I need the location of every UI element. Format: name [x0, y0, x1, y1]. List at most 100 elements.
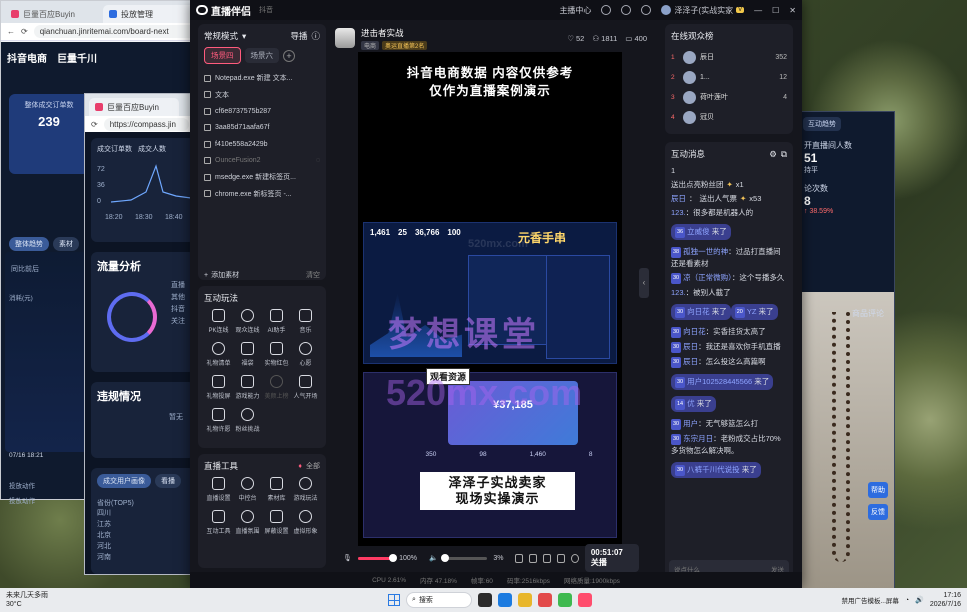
rank-item[interactable]: 1 辰日 352	[671, 47, 787, 67]
chat-message[interactable]: 30 辰日：怎么投这么高篇啊	[671, 356, 787, 368]
douyin-icon[interactable]	[578, 593, 592, 607]
persona-tab[interactable]: 看播	[155, 474, 181, 488]
chat-message[interactable]: 38 孤独一世的神：过品打直播间还是看素材	[671, 246, 787, 269]
user-profile[interactable]: 泽泽子(实战实家 V	[661, 5, 745, 16]
help-button[interactable]: 帮助	[868, 482, 888, 498]
chat-username[interactable]: 立威俊	[687, 227, 710, 236]
home-icon[interactable]	[601, 5, 612, 15]
tool-item[interactable]: 礼物投屏	[204, 375, 233, 400]
chat-username[interactable]: 八裤千川代说投	[687, 465, 740, 474]
tool-item[interactable]: 音乐	[291, 309, 320, 334]
browser-tab[interactable]: 投放管理	[103, 5, 199, 23]
chat-message[interactable]: 1	[671, 165, 787, 176]
basic-tool-item[interactable]: 虚拟形象	[291, 510, 320, 535]
chat-message[interactable]: 123.：被别人截了	[671, 287, 787, 298]
basic-tool-item[interactable]: 屏蔽设置	[262, 510, 291, 535]
taskbar-clock[interactable]: 17:16 2026/7/16	[930, 591, 961, 609]
tool-item[interactable]: 礼物许愿	[204, 408, 233, 433]
source-item[interactable]: cf6e8737575b287	[204, 103, 320, 120]
chip-buyers[interactable]: 成交人数	[138, 144, 166, 154]
popout-icon[interactable]: ⧉	[781, 149, 787, 160]
source-item[interactable]: 文本	[204, 87, 320, 104]
edge-icon[interactable]	[498, 593, 512, 607]
wifi-icon[interactable]: ◔	[905, 597, 909, 604]
refresh-icon[interactable]: ⟳	[91, 120, 98, 129]
settings-icon[interactable]	[641, 5, 652, 15]
tool-item[interactable]: 粉丝挑战	[233, 408, 262, 433]
close-icon[interactable]: ✕	[789, 6, 796, 15]
rank-item[interactable]: 3 荷叶莲叶 4	[671, 87, 787, 107]
tool-item[interactable]: 人气开场	[291, 375, 320, 400]
rank-item[interactable]: 2 1... 12	[671, 67, 787, 87]
chat-username[interactable]: 孤独一世的神	[683, 247, 728, 256]
weather-widget[interactable]: 未来几天多雨 30°C	[6, 591, 48, 609]
mic-icon[interactable]: 🎙	[343, 554, 352, 562]
camera-icon[interactable]	[543, 553, 552, 563]
add-scene-icon[interactable]: +	[283, 49, 295, 62]
maximize-icon[interactable]: ☐	[772, 6, 779, 15]
chat-username[interactable]: 辰日	[671, 193, 686, 204]
chat-message[interactable]: 30 用户：无气够篮怎么打	[671, 418, 787, 430]
scene-tab-6[interactable]: 场景六	[244, 48, 279, 63]
chat-username[interactable]: YZ	[747, 307, 757, 316]
basic-tool-item[interactable]: 中控台	[233, 477, 262, 502]
chevron-down-icon[interactable]: ▾	[242, 31, 246, 42]
record-icon[interactable]	[529, 553, 538, 563]
help-icon[interactable]: ⓘ	[311, 30, 320, 42]
taskview-icon[interactable]	[478, 593, 492, 607]
chip-orders[interactable]: 成交订单数	[97, 144, 132, 154]
chat-username[interactable]: 123.	[671, 288, 686, 297]
chat-username[interactable]: 凉（正常微购）	[683, 273, 732, 282]
refresh-icon[interactable]: ⟳	[21, 27, 28, 36]
windows-start-icon[interactable]	[388, 594, 400, 606]
basic-tool-item[interactable]: 直播设置	[204, 477, 233, 502]
chat-message[interactable]: 30 向日花：实香挂货太高了	[671, 326, 787, 338]
chat-username[interactable]: 向日花	[687, 307, 710, 316]
chat-username[interactable]: 辰日	[683, 357, 698, 366]
browser-tab[interactable]: 巨量百应Buyin	[89, 98, 179, 116]
chat-message[interactable]: 123.：很多都是机器人的	[671, 207, 787, 218]
share-icon[interactable]	[557, 553, 565, 563]
source-item[interactable]: f410e558a2429b	[204, 136, 320, 153]
source-item[interactable]: Notepad.exe 新建 文本...	[204, 70, 320, 87]
director-toggle[interactable]: 导播	[290, 30, 307, 42]
slider-knob[interactable]	[441, 553, 450, 562]
feedback-button[interactable]: 反馈	[868, 504, 888, 520]
streamer-avatar[interactable]	[335, 28, 355, 48]
chat-message[interactable]: 30 凉（正常微购）：这个号播多久	[671, 272, 787, 284]
chat-username[interactable]: 用户102528445566	[687, 377, 752, 386]
chat-message[interactable]: 30 向日花 来了	[671, 304, 731, 320]
mode-selector[interactable]: 常规模式	[204, 30, 238, 42]
clear-sources-button[interactable]: 清空	[306, 270, 320, 280]
screenshot-icon[interactable]	[515, 553, 524, 563]
chat-username[interactable]: 东宗月日	[683, 434, 713, 443]
chat-message[interactable]: 36 立威俊 来了	[671, 224, 731, 240]
chat-settings-icon[interactable]: ⚙	[769, 149, 777, 160]
tool-item[interactable]: 心愿	[291, 342, 320, 367]
pill-material[interactable]: 素材	[53, 237, 79, 251]
plus-icon[interactable]: +	[204, 272, 208, 279]
tab-interaction-trend[interactable]: 互动趋势	[803, 117, 841, 131]
mic-volume-slider[interactable]	[357, 553, 398, 562]
basic-tool-item[interactable]: 游戏玩法	[291, 477, 320, 502]
url-field[interactable]: https://compass.jin	[103, 118, 189, 131]
basic-tool-item[interactable]: 互动工具	[204, 510, 233, 535]
tool-item[interactable]: 观众连线	[233, 309, 262, 334]
tool-item[interactable]: 礼物清单	[204, 342, 233, 367]
all-tools-link[interactable]: 全部	[306, 461, 320, 471]
source-item[interactable]: OunceFusion2 ◌	[204, 153, 320, 170]
source-item[interactable]: 3aa85d71aafa67f	[204, 120, 320, 137]
persona-tab[interactable]: 成交用户画像	[97, 474, 151, 488]
chat-username[interactable]: 辰日	[683, 342, 698, 351]
browser-tab[interactable]: 巨量百应Buyin	[5, 5, 101, 23]
chat-message[interactable]: 20 YZ 来了	[730, 304, 778, 320]
chat-message[interactable]: 送出点亮粉丝团 ✦ x1	[671, 179, 787, 190]
chat-username[interactable]: 向日花	[683, 327, 706, 336]
anchor-center-button[interactable]: 主播中心	[559, 5, 591, 16]
app-icon[interactable]	[538, 593, 552, 607]
speaker-icon[interactable]: 🔈	[429, 554, 438, 562]
tool-item[interactable]: 福袋	[233, 342, 262, 367]
back-icon[interactable]: ←	[7, 27, 15, 36]
comment-tab[interactable]: 商品评论	[846, 304, 890, 323]
chat-message[interactable]: 30 辰日：我还是喜欢你手机直播	[671, 341, 787, 353]
